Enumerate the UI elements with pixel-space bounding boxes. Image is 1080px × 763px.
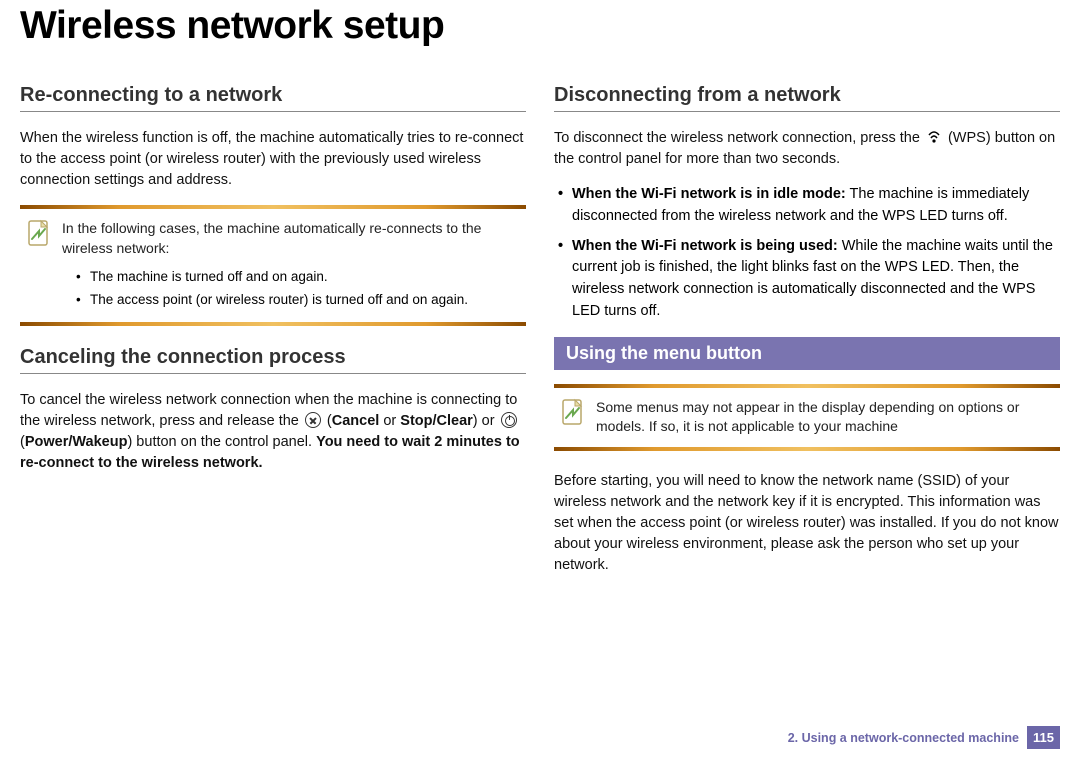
heading-canceling: Canceling the connection process — [20, 346, 526, 374]
cancel-icon — [305, 412, 321, 428]
text-fragment: ( — [323, 413, 332, 429]
manual-page: Wireless network setup Re-connecting to … — [0, 0, 1080, 763]
para-disconnect: To disconnect the wireless network conne… — [554, 128, 1060, 170]
note-text: Some menus may not appear in the display… — [596, 398, 1054, 437]
bullet-item: When the Wi-Fi network is in idle mode: … — [554, 184, 1060, 228]
para-reconnecting: When the wireless function is off, the m… — [20, 128, 526, 191]
text-fragment: or — [379, 413, 400, 429]
para-canceling: To cancel the wireless network connectio… — [20, 390, 526, 474]
note-lead: In the following cases, the machine auto… — [62, 219, 520, 258]
right-column: Disconnecting from a network To disconne… — [554, 84, 1060, 590]
text-bold: When the Wi-Fi network is being used: — [572, 238, 838, 254]
text-bold: Stop/Clear — [400, 413, 473, 429]
note-icon — [26, 219, 52, 249]
section-bar-using-menu: Using the menu button — [554, 337, 1060, 370]
bullet-item: When the Wi-Fi network is being used: Wh… — [554, 236, 1060, 323]
left-column: Re-connecting to a network When the wire… — [20, 84, 526, 590]
note-menu-availability: Some menus may not appear in the display… — [554, 384, 1060, 451]
text-bold: Cancel — [332, 413, 380, 429]
content-columns: Re-connecting to a network When the wire… — [20, 84, 1060, 590]
footer-page-number: 115 — [1027, 726, 1060, 749]
text-bold: When the Wi-Fi network is in idle mode: — [572, 186, 846, 202]
text-bold: Power/Wakeup — [25, 434, 128, 450]
page-title: Wireless network setup — [20, 0, 1060, 56]
note-sublist: The machine is turned off and on again. … — [76, 266, 520, 312]
disconnect-bullets: When the Wi-Fi network is in idle mode: … — [554, 184, 1060, 323]
wps-icon — [926, 129, 942, 145]
text-fragment: ) button on the control panel. — [127, 434, 316, 450]
power-icon — [501, 412, 517, 428]
note-icon — [560, 398, 586, 428]
note-reconnect-cases: In the following cases, the machine auto… — [20, 205, 526, 326]
heading-reconnecting: Re-connecting to a network — [20, 84, 526, 112]
note-item: The machine is turned off and on again. — [76, 266, 520, 289]
footer-chapter: 2. Using a network-connected machine — [788, 731, 1019, 745]
note-item: The access point (or wireless router) is… — [76, 289, 520, 312]
text-fragment: ) or — [473, 413, 499, 429]
heading-disconnecting: Disconnecting from a network — [554, 84, 1060, 112]
text-fragment: To disconnect the wireless network conne… — [554, 130, 924, 146]
para-before-starting: Before starting, you will need to know t… — [554, 471, 1060, 576]
page-footer: 2. Using a network-connected machine 115 — [788, 726, 1060, 749]
